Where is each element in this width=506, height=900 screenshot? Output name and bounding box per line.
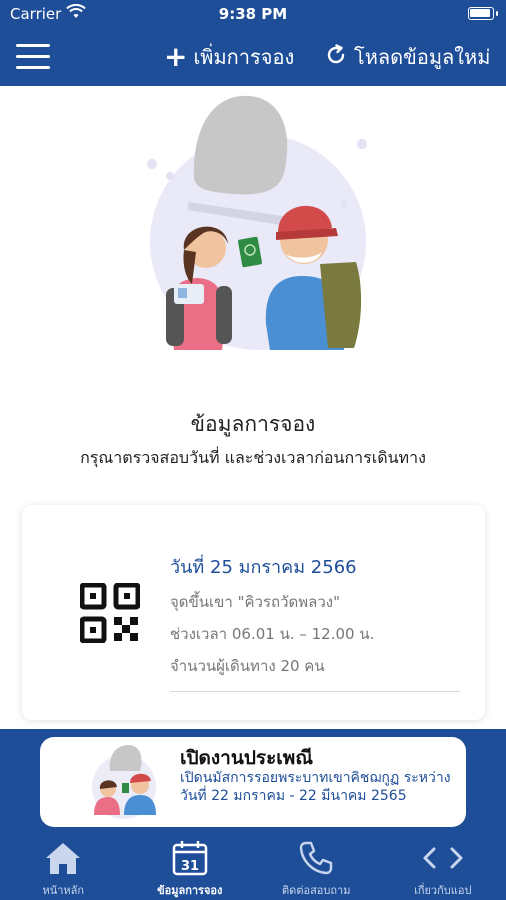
card-divider: [170, 691, 460, 692]
promo-thumbnail-image: [84, 743, 162, 821]
code-icon: [380, 839, 506, 877]
status-bar: Carrier 9:38 PM: [0, 0, 506, 28]
calendar-icon: 31: [127, 839, 254, 877]
promo-banner[interactable]: เปิดงานประเพณี เปิดนมัสการรอยพระบาทเขาคิ…: [40, 737, 466, 827]
reload-data-button[interactable]: โหลดข้อมูลใหม่: [324, 40, 490, 74]
battery-icon: [468, 7, 498, 20]
promo-description: เปิดนมัสการรอยพระบาทเขาคิชฌกูฏ ระหว่างวั…: [180, 770, 451, 804]
tab-booking-info[interactable]: 31 ข้อมูลการจอง: [127, 833, 254, 900]
booking-info-title: ข้อมูลการจอง: [190, 412, 316, 436]
time-slot: ช่วงเวลา 06.01 น. – 12.00 น.: [170, 625, 375, 643]
booking-date: วันที่ 25 มกราคม 2566: [170, 557, 357, 578]
bottom-tab-bar: หน้าหลัก 31 ข้อมูลการจอง ติดต่อสอบถาม เก…: [0, 833, 506, 900]
pickup-point: จุดขึ้นเขา "คิวรถวัดพลวง": [170, 593, 340, 611]
tab-contact-label: ติดต่อสอบถาม: [282, 884, 351, 897]
booking-card[interactable]: วันที่ 25 มกราคม 2566 จุดขึ้นเขา "คิวรถว…: [22, 505, 485, 720]
home-icon: [0, 839, 127, 877]
traveler-count: จำนวนผู้เดินทาง 20 คน: [170, 657, 325, 675]
top-nav-bar: + เพิ่มการจอง โหลดข้อมูลใหม่: [0, 28, 506, 86]
travelers-illustration: [130, 92, 376, 354]
booking-info-subtitle: กรุณาตรวจสอบวันที่ และช่วงเวลาก่อนการเดิ…: [80, 448, 426, 467]
plus-icon: +: [164, 40, 188, 73]
tab-contact[interactable]: ติดต่อสอบถาม: [253, 833, 380, 900]
add-booking-label: เพิ่มการจอง: [193, 45, 295, 69]
tab-about-app[interactable]: เกี่ยวกับแอป: [380, 833, 506, 900]
tab-home[interactable]: หน้าหลัก: [0, 833, 127, 900]
tab-home-label: หน้าหลัก: [42, 884, 85, 897]
refresh-icon: [324, 43, 348, 72]
add-booking-button[interactable]: + เพิ่มการจอง: [164, 40, 294, 74]
tab-booking-info-label: ข้อมูลการจอง: [157, 884, 223, 897]
hamburger-menu-icon[interactable]: [16, 44, 50, 70]
clock: 9:38 PM: [218, 5, 288, 23]
calendar-day-number: 31: [181, 859, 199, 874]
phone-icon: [253, 839, 380, 877]
reload-data-label: โหลดข้อมูลใหม่: [354, 45, 491, 69]
qr-code-icon: [79, 582, 141, 644]
tab-about-app-label: เกี่ยวกับแอป: [414, 884, 472, 897]
